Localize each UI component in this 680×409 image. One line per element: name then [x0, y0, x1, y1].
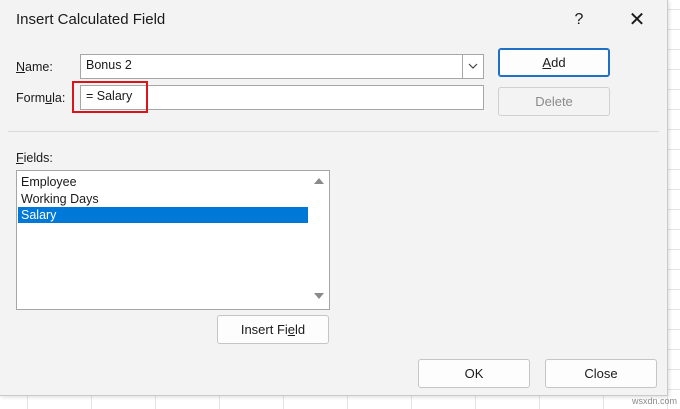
watermark: wsxdn.com — [632, 396, 678, 406]
name-value: Bonus 2 — [86, 58, 132, 72]
fields-scrollbar[interactable] — [309, 171, 329, 309]
name-combobox[interactable]: Bonus 2 — [80, 54, 484, 79]
scroll-up-icon[interactable] — [314, 178, 324, 184]
help-button[interactable]: ? — [566, 9, 592, 31]
formula-input[interactable]: = Salary — [80, 85, 484, 110]
dialog-title: Insert Calculated Field — [16, 11, 166, 28]
name-label: Name: — [16, 60, 53, 74]
formula-value: = Salary — [86, 89, 133, 103]
ok-button[interactable]: OK — [418, 359, 530, 388]
close-button[interactable]: Close — [545, 359, 657, 388]
formula-label: Formula: — [16, 91, 66, 105]
dialog-titlebar: Insert Calculated Field ? ✕ — [0, 0, 667, 40]
chevron-down-icon — [468, 63, 478, 69]
list-item-employee[interactable]: Employee — [18, 174, 308, 190]
delete-button[interactable]: Delete — [498, 87, 610, 116]
fields-listbox[interactable]: Employee Working Days Salary — [16, 170, 330, 310]
separator — [8, 131, 659, 132]
name-dropdown-button[interactable] — [462, 55, 483, 78]
scroll-down-icon[interactable] — [314, 293, 324, 299]
close-icon[interactable]: ✕ — [624, 9, 650, 31]
insert-calculated-field-dialog: Insert Calculated Field ? ✕ Name: Bonus … — [0, 0, 668, 396]
insert-field-button[interactable]: Insert Field — [217, 315, 329, 344]
list-item-working-days[interactable]: Working Days — [18, 191, 308, 207]
add-button[interactable]: Add — [498, 48, 610, 77]
fields-label: Fields: — [16, 151, 53, 165]
list-item-salary[interactable]: Salary — [18, 207, 308, 223]
